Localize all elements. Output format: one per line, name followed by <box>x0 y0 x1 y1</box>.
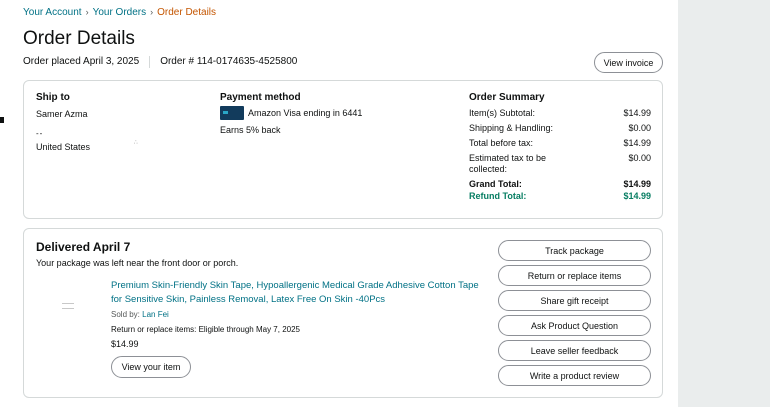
seller-link[interactable]: Lan Fei <box>142 310 169 319</box>
breadcrumb-your-orders[interactable]: Your Orders <box>93 7 147 18</box>
refund-total-value: $14.99 <box>623 191 651 201</box>
view-your-item-button[interactable]: View your item <box>111 356 191 378</box>
write-product-review-button[interactable]: Write a product review <box>498 365 651 386</box>
return-or-replace-button[interactable]: Return or replace items <box>498 265 651 286</box>
order-number: Order # 114-0174635-4525800 <box>160 56 298 67</box>
ship-to-section: Ship to Samer Azma -- United States <box>36 92 90 153</box>
summary-row: Shipping & Handling: $0.00 <box>469 123 651 134</box>
breadcrumb: Your Account › Your Orders › Order Details <box>23 6 216 19</box>
summary-row: Estimated tax to be collected: $0.00 <box>469 153 651 175</box>
summary-row-label: Estimated tax to be collected: <box>469 153 547 174</box>
summary-row-label: Item(s) Subtotal: <box>469 108 536 118</box>
breadcrumb-chevron-icon: › <box>150 7 154 17</box>
summary-row-label: Shipping & Handling: <box>469 123 554 133</box>
grand-total-label: Grand Total: <box>469 179 522 189</box>
summary-row-value: $0.00 <box>628 153 651 163</box>
delivery-note: Your package was left near the front doo… <box>36 258 239 268</box>
shipment-box: Delivered April 7 Your package was left … <box>23 228 663 398</box>
order-meta: Order placed April 3, 2025 Order # 114-0… <box>23 56 297 68</box>
ship-to-address-line: -- <box>36 129 44 138</box>
shipment-actions: Track package Return or replace items Sh… <box>498 240 651 390</box>
ship-to-heading: Ship to <box>36 92 70 103</box>
meta-divider <box>149 56 151 68</box>
payment-rewards: Earns 5% back <box>220 125 281 135</box>
page-title: Order Details <box>23 28 135 49</box>
payment-card-text: Amazon Visa ending in 6441 <box>248 108 363 118</box>
payment-method-heading: Payment method <box>220 92 301 103</box>
summary-row: Total before tax: $14.99 <box>469 138 651 149</box>
return-window: Return or replace items: Eligible throug… <box>111 325 300 334</box>
payment-method-section: Payment method Amazon Visa ending in 644… <box>220 92 362 136</box>
refund-total-label: Refund Total: <box>469 191 527 201</box>
ship-to-country: United States <box>36 142 91 152</box>
grand-total-value: $14.99 <box>623 179 651 189</box>
delivery-status: Delivered April 7 <box>36 240 131 254</box>
sold-by-label: Sold by: <box>111 310 140 319</box>
payment-card-row: Amazon Visa ending in 6441 <box>220 106 362 120</box>
order-placed-date: Order placed April 3, 2025 <box>23 56 140 67</box>
ship-to-name: Samer Azma <box>36 109 88 119</box>
refund-total-row: Refund Total: $14.99 <box>469 191 651 202</box>
ask-product-question-button[interactable]: Ask Product Question <box>498 315 651 336</box>
product-thumbnail[interactable] <box>62 303 74 309</box>
breadcrumb-your-account[interactable]: Your Account <box>23 7 82 18</box>
share-gift-receipt-button[interactable]: Share gift receipt <box>498 290 651 311</box>
view-invoice-button[interactable]: View invoice <box>594 52 663 73</box>
summary-row: Item(s) Subtotal: $14.99 <box>469 108 651 119</box>
sold-by: Sold by: Lan Fei <box>111 310 481 320</box>
summary-row-value: $0.00 <box>628 123 651 133</box>
item-details: Premium Skin-Friendly Skin Tape, Hypoall… <box>111 279 481 378</box>
order-info-box: Ship to Samer Azma -- United States ∴ Pa… <box>23 80 663 219</box>
summary-row-value: $14.99 <box>623 108 651 118</box>
grand-total-row: Grand Total: $14.99 <box>469 179 651 190</box>
decorative-speck: ∴ <box>134 140 138 146</box>
order-summary: Order Summary Item(s) Subtotal: $14.99 S… <box>469 92 651 202</box>
leave-seller-feedback-button[interactable]: Leave seller feedback <box>498 340 651 361</box>
track-package-button[interactable]: Track package <box>498 240 651 261</box>
order-summary-heading: Order Summary <box>469 92 545 103</box>
summary-row-label: Total before tax: <box>469 138 534 148</box>
item-price: $14.99 <box>111 339 139 349</box>
card-icon <box>220 106 244 120</box>
left-edge-marker <box>0 117 4 123</box>
right-gutter <box>678 0 770 407</box>
breadcrumb-chevron-icon: › <box>85 7 89 17</box>
item-title-link[interactable]: Premium Skin-Friendly Skin Tape, Hypoall… <box>111 279 481 307</box>
breadcrumb-current: Order Details <box>157 7 217 18</box>
summary-row-value: $14.99 <box>623 138 651 148</box>
